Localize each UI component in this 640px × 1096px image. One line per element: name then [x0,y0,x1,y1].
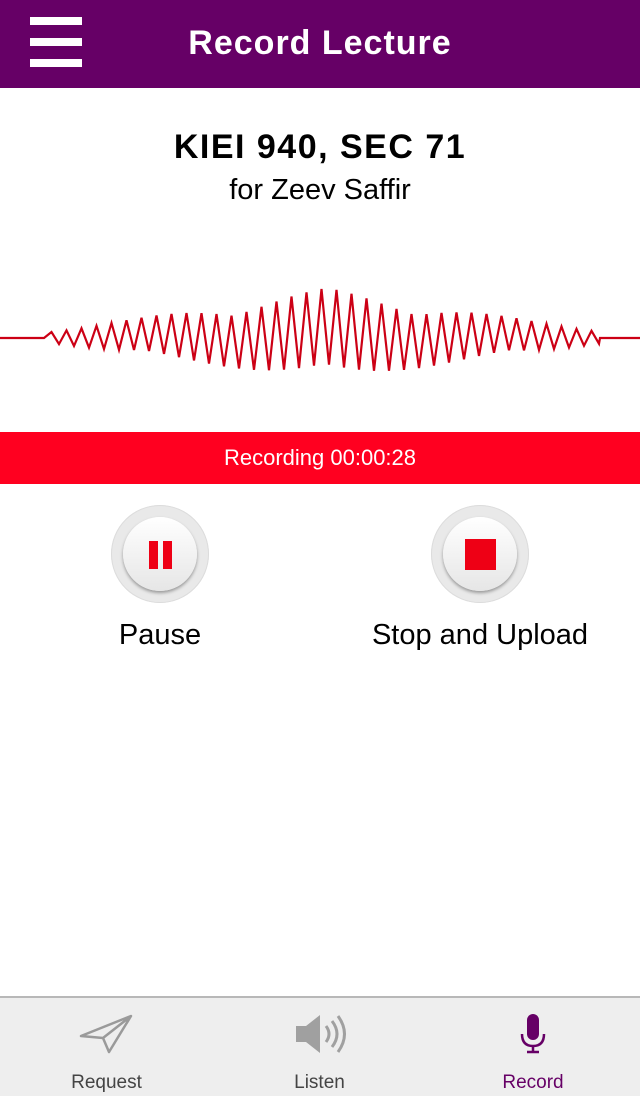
recording-timer: Recording 00:00:28 [223,445,417,470]
pause-button[interactable] [111,505,209,603]
stop-upload-button[interactable] [431,505,529,603]
tab-bar: Request Listen Record [0,996,640,1096]
course-title: KIEI 940, SEC 71 [173,128,467,166]
recording-status-bar: Recording 00:00:28 [0,432,640,484]
tab-listen[interactable]: Listen [213,998,426,1096]
tab-request[interactable]: Request [0,998,213,1096]
tab-record[interactable]: Record [426,998,640,1096]
microphone-icon [520,1014,546,1054]
app-header: Record Lecture [0,0,640,88]
tab-request-label: Request [71,1072,142,1093]
page-title: Record Lecture [188,24,452,62]
paper-plane-icon [79,1014,132,1054]
speaker-icon [295,1015,346,1053]
audio-waveform [0,288,640,371]
tab-listen-label: Listen [294,1072,345,1093]
tab-record-label: Record [502,1072,564,1093]
stop-upload-label: Stop and Upload [371,619,589,651]
instructor-subtitle: for Zeev Saffir [229,174,411,206]
stop-icon [465,539,496,570]
pause-label: Pause [118,619,202,651]
